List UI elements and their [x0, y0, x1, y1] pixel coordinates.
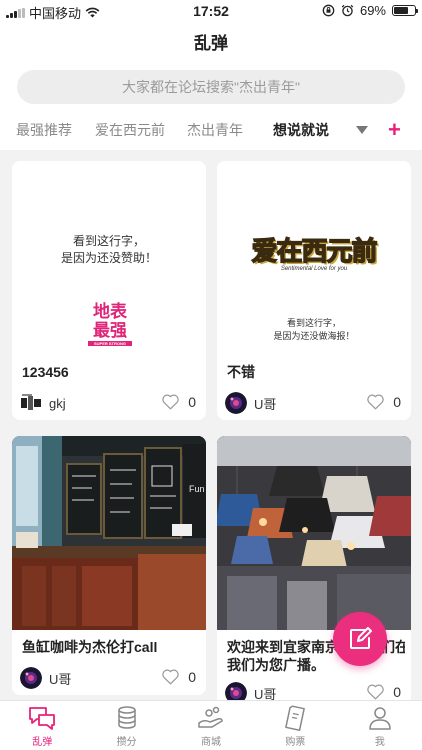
like-button[interactable]: 0: [366, 393, 401, 410]
heart-icon: [367, 394, 384, 410]
tabbar-label: 攒分: [116, 737, 137, 748]
image-caption-line: 看到这行字，: [286, 318, 341, 328]
tabbar-item-tickets[interactable]: 购票: [253, 701, 337, 750]
brand-logo: 爱在西元前 Sentimental Love for you: [251, 236, 378, 272]
avatar: [20, 392, 42, 414]
like-button[interactable]: 0: [366, 683, 401, 700]
tabbar-item-luantan[interactable]: 乱弹: [0, 701, 84, 750]
compose-button[interactable]: [333, 612, 387, 666]
post-author[interactable]: U哥: [225, 392, 276, 414]
wall-sign: Fun: [189, 484, 205, 494]
pencil-edit-icon: [350, 627, 372, 649]
post-card[interactable]: 爱在西元前 Sentimental Love for you 看到这行字， 是因…: [217, 161, 411, 420]
tabbar-item-points[interactable]: 攒分: [84, 701, 168, 750]
status-right: 69%: [322, 3, 418, 18]
add-tab-button[interactable]: +: [388, 110, 401, 150]
bottom-tab-bar: 乱弹 攒分 商城 购票 我: [0, 700, 422, 750]
heart-icon: [367, 684, 384, 700]
post-author[interactable]: U哥: [225, 682, 276, 700]
post-card[interactable]: 看到这行字， 是因为还没赞助！ 地表 最强 SUPER STRONG 12345…: [12, 161, 206, 420]
tab-outstanding-youth[interactable]: 杰出青年: [187, 110, 243, 150]
tabbar-item-me[interactable]: 我: [338, 701, 422, 750]
post-author[interactable]: U哥: [20, 667, 71, 689]
tab-say-what-you-want[interactable]: 想说就说: [273, 110, 329, 150]
coins-icon: [117, 706, 136, 729]
tabs-dropdown-icon[interactable]: [356, 126, 368, 134]
tabbar-label: 购票: [285, 737, 306, 748]
battery-icon: [392, 5, 418, 16]
avatar: [20, 667, 42, 689]
battery-percent: 69%: [359, 3, 386, 18]
tab-love-before-bc[interactable]: 爱在西元前: [95, 110, 165, 150]
store-photo: [217, 436, 411, 630]
tabbar-label: 我: [374, 737, 385, 748]
like-count: 0: [393, 393, 401, 410]
category-tabs: 最强推荐 爱在西元前 杰出青年 想说就说 +: [0, 110, 422, 150]
author-name: U哥: [49, 671, 72, 687]
post-title: 鱼缸咖啡为杰伦打call: [22, 639, 158, 655]
like-count: 0: [393, 683, 401, 700]
tab-recommended[interactable]: 最强推荐: [16, 110, 72, 150]
chat-bubbles-icon: [29, 707, 56, 730]
like-count: 0: [188, 393, 196, 410]
author-name: gkj: [49, 395, 66, 411]
page-title: 乱弹: [0, 22, 422, 66]
post-image: 看到这行字， 是因为还没赞助！ 地表 最强 SUPER STRONG: [12, 161, 206, 355]
ticket-icon: [285, 705, 306, 731]
search-bar: 大家都在论坛搜索"杰出青年": [0, 66, 422, 110]
heart-icon: [162, 669, 179, 685]
post-title: 123456: [22, 364, 69, 380]
post-title: 不错: [227, 364, 255, 380]
post-image: 爱在西元前 Sentimental Love for you 看到这行字， 是因…: [217, 161, 411, 355]
image-caption-line: 是因为还没做海报！: [273, 331, 355, 341]
rotation-lock-icon: [322, 4, 335, 17]
avatar: [225, 682, 247, 700]
alarm-icon: [341, 4, 354, 17]
avatar: [225, 392, 247, 414]
like-button[interactable]: 0: [161, 668, 196, 685]
brand-logo: 地表 最强 SUPER STRONG: [88, 302, 132, 346]
post-image: [217, 436, 411, 630]
post-card[interactable]: Fun 鱼缸咖啡为杰伦打call U哥 0: [12, 436, 206, 695]
post-card[interactable]: 欢迎来到宜家南京店，我们在 我们为您广播。 U哥 0: [217, 436, 411, 700]
tabbar-label: 乱弹: [32, 737, 53, 748]
like-count: 0: [188, 668, 196, 685]
author-name: U哥: [254, 686, 277, 701]
cafe-photo: [12, 436, 206, 630]
user-icon: [369, 707, 391, 730]
search-input[interactable]: 大家都在论坛搜索"杰出青年": [17, 70, 405, 104]
heart-icon: [162, 394, 179, 410]
image-caption-line: 是因为还没赞助！: [60, 251, 157, 265]
image-caption-line: 看到这行字，: [72, 234, 145, 248]
tabbar-label: 商城: [201, 737, 222, 748]
tabbar-item-shop[interactable]: 商城: [169, 701, 253, 750]
status-bar: 中国移动 17:52 69%: [0, 0, 422, 22]
like-button[interactable]: 0: [161, 393, 196, 410]
author-name: U哥: [254, 396, 277, 412]
post-author[interactable]: gkj: [20, 392, 66, 414]
shop-icon: [198, 706, 223, 728]
post-image: Fun: [12, 436, 206, 630]
